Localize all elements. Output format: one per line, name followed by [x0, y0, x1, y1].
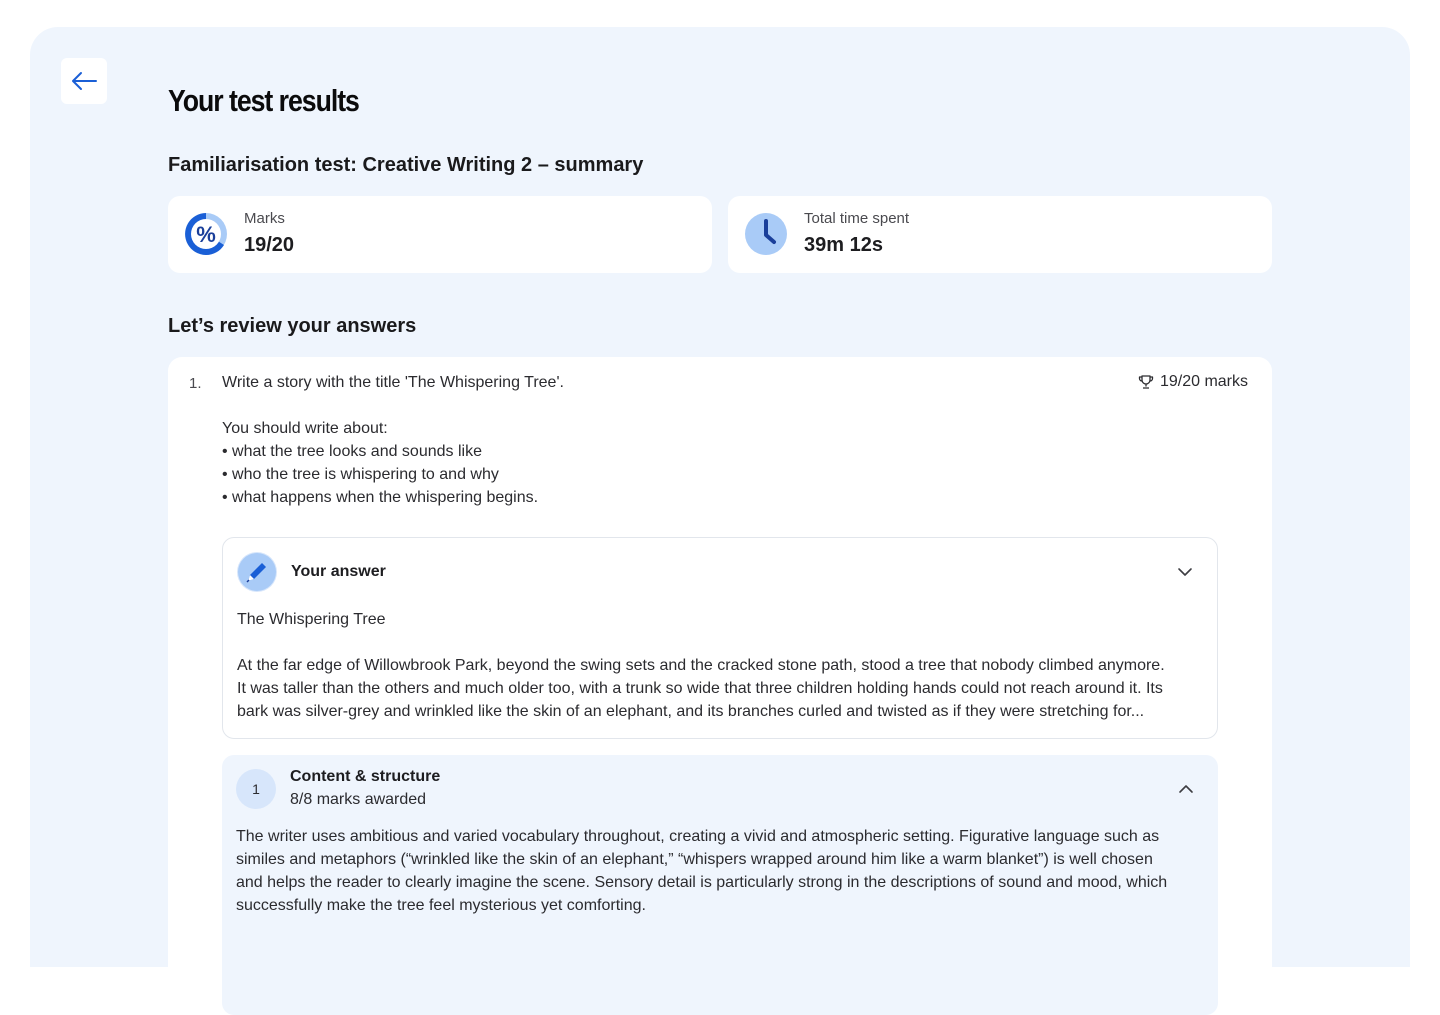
prompt-bullet: • who the tree is whispering to and why [222, 466, 499, 483]
answer-line: At the far edge of Willowbrook Park, bey… [237, 657, 1165, 674]
chevron-down-icon[interactable] [1175, 562, 1195, 582]
time-card: Total time spent 39m 12s [728, 196, 1272, 273]
feedback-line: successfully make the tree feel mysterio… [236, 897, 646, 914]
arrow-left-icon [72, 72, 97, 90]
svg-text:%: % [196, 222, 216, 247]
question-card: 1. 19/20 marks Write a story with the ti… [168, 357, 1272, 1015]
prompt-bullet: • what happens when the whispering begin… [222, 489, 539, 506]
answer-line: bark was silver-grey and wrinkled like t… [237, 703, 1145, 720]
your-answer-heading: Your answer [291, 563, 386, 580]
feedback-line: and helps the reader to clearly imagine … [236, 874, 1168, 891]
feedback-line: The writer uses ambitious and varied voc… [236, 828, 1160, 845]
clock-icon [745, 213, 787, 255]
answer-title: The Whispering Tree [237, 611, 386, 628]
back-button[interactable] [61, 58, 107, 104]
marks-label: Marks [244, 210, 285, 227]
answer-text: The Whispering Tree At the far edge of W… [237, 608, 1203, 723]
prompt-bullet: • what the tree looks and sounds like [222, 443, 482, 460]
pencil-icon [237, 552, 277, 592]
feedback-panel: 1 Content & structure 8/8 marks awarded … [222, 755, 1218, 1015]
question-marks: 19/20 marks [1138, 373, 1248, 391]
prompt-text: Write a story with the title 'The Whispe… [222, 374, 564, 391]
prompt-intro: You should write about: [222, 420, 388, 437]
time-label: Total time spent [804, 210, 910, 227]
criterion-marks: 8/8 marks awarded [290, 791, 427, 808]
your-answer-panel: Your answer The Whispering Tree At the f… [222, 537, 1218, 739]
feedback-line: similes and metaphors (“wrinkled like th… [236, 851, 1153, 868]
answer-line: It was taller than the others and much o… [237, 680, 1163, 697]
marks-value: 19/20 [244, 234, 295, 256]
review-title: Let’s review your answers [168, 315, 417, 337]
criterion-number-badge: 1 [236, 769, 276, 809]
trophy-icon [1138, 375, 1154, 389]
marks-card: % Marks 19/20 [168, 196, 712, 273]
results-panel: Your test results Familiarisation test: … [30, 27, 1410, 1015]
time-value: 39m 12s [804, 234, 883, 256]
summary-title: Familiarisation test: Creative Writing 2… [168, 154, 644, 176]
feedback-text: The writer uses ambitious and varied voc… [236, 825, 1202, 917]
question-prompt: Write a story with the title 'The Whispe… [222, 371, 1042, 509]
criterion-title: Content & structure [290, 768, 441, 785]
question-marks-text: 19/20 marks [1159, 373, 1248, 390]
page-title: Your test results [168, 83, 360, 118]
question-number: 1. [189, 375, 202, 392]
percent-icon: % [185, 213, 227, 255]
chevron-up-icon[interactable] [1176, 779, 1196, 799]
